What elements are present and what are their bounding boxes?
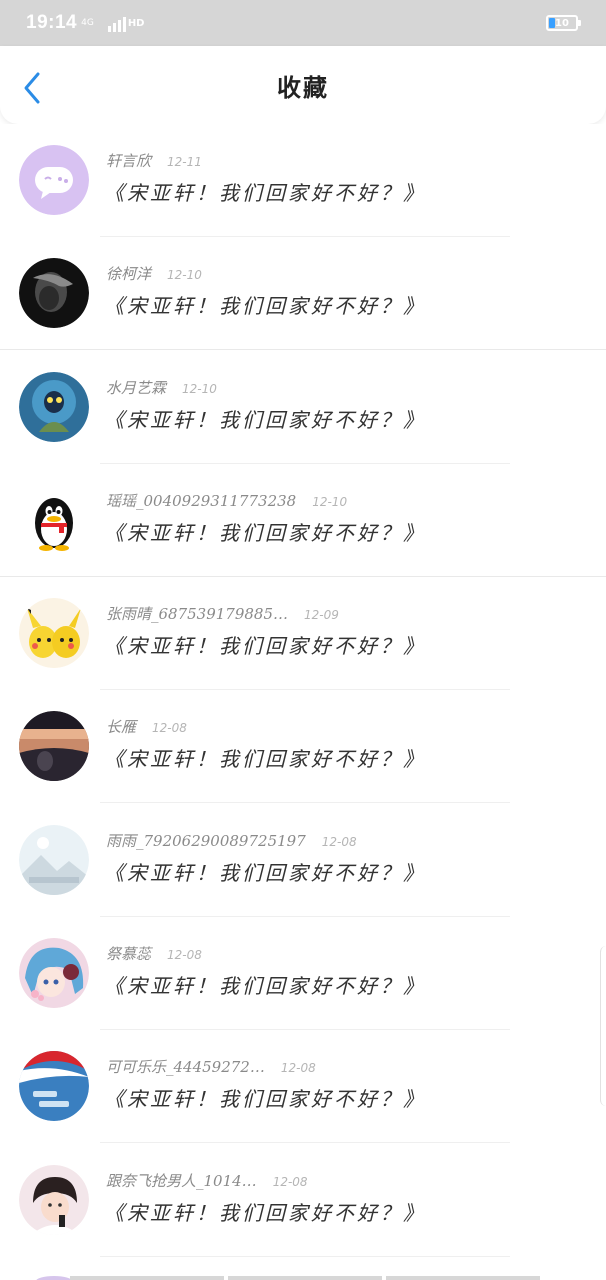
hd-label: HD — [127, 17, 145, 29]
item-date: 12-09 — [304, 608, 339, 623]
list-item[interactable]: 祭慕蕊 12-08 《宋亚轩！我们回家好不好？》 — [0, 917, 606, 1031]
item-title[interactable]: 《宋亚轩！我们回家好不好？》 — [104, 743, 426, 772]
car-interior-avatar[interactable] — [19, 711, 89, 782]
item-title[interactable]: 《宋亚轩！我们回家好不好？》 — [104, 857, 426, 886]
item-title[interactable]: 《宋亚轩！我们回家好不好？》 — [104, 630, 426, 659]
list-item[interactable]: 瑶瑶_0040929311773238 12-10 《宋亚轩！我们回家好不好？》 — [0, 464, 606, 577]
item-meta: 可可乐乐_44459272… 12-08 — [106, 1056, 316, 1077]
item-date: 12-08 — [321, 834, 357, 849]
item-meta: 张雨晴_687539179885… 12-09 — [106, 603, 339, 624]
item-author[interactable]: 雨雨_79206290089725197 — [106, 832, 306, 850]
favorites-list: 轩言欣 12-11 《宋亚轩！我们回家好不好？》 徐柯洋 12-10 《宋亚轩！我们… — [0, 124, 606, 1280]
item-meta: 瑶瑶_0040929311773238 12-10 — [106, 490, 347, 511]
bottom-bar — [70, 1276, 540, 1280]
battery-icon: 10 — [546, 15, 581, 31]
item-author[interactable]: 徐柯洋 — [106, 265, 151, 283]
qq-penguin-avatar[interactable] — [19, 484, 89, 555]
item-author[interactable]: 瑶瑶_0040929311773238 — [106, 492, 296, 510]
item-title[interactable]: 《宋亚轩！我们回家好不好？》 — [104, 1197, 426, 1226]
item-title[interactable]: 《宋亚轩！我们回家好不好？》 — [104, 970, 426, 999]
list-item[interactable]: 轩言欣 12-11 《宋亚轩！我们回家好不好？》 — [0, 124, 606, 237]
dark-hand-avatar[interactable] — [19, 258, 89, 329]
item-date: 12-08 — [152, 721, 187, 736]
status-time: 19:14 — [26, 12, 78, 33]
item-author[interactable]: 可可乐乐_44459272… — [106, 1058, 265, 1076]
game-character-avatar[interactable] — [19, 371, 89, 442]
anime-girl-avatar[interactable] — [19, 938, 89, 1009]
list-item[interactable]: 张雨晴_687539179885… 12-09 《宋亚轩！我们回家好不好？》 — [0, 577, 606, 691]
item-title[interactable]: 《宋亚轩！我们回家好不好？》 — [104, 404, 426, 433]
person-photo-avatar[interactable] — [19, 1164, 89, 1235]
next-item-avatar — [36, 1276, 72, 1280]
default-landscape-avatar[interactable] — [19, 824, 89, 895]
item-date: 12-08 — [167, 948, 202, 963]
item-title[interactable]: 《宋亚轩！我们回家好不好？》 — [104, 177, 426, 206]
network-type: 4G — [81, 17, 94, 28]
signal-icon — [107, 14, 126, 32]
item-date: 12-11 — [167, 155, 202, 169]
list-item[interactable]: 雨雨_79206290089725197 12-08 《宋亚轩！我们回家好不好？》 — [0, 804, 606, 917]
item-meta: 长雁 12-08 — [106, 716, 187, 737]
item-date: 12-10 — [182, 381, 217, 396]
item-meta: 跟奈飞抢男人_1014… 12-08 — [106, 1170, 308, 1191]
item-meta: 水月艺霖 12-10 — [106, 377, 217, 398]
item-author[interactable]: 跟奈飞抢男人_1014… — [106, 1172, 257, 1190]
item-title[interactable]: 《宋亚轩！我们回家好不好？》 — [104, 290, 426, 319]
item-date: 12-10 — [312, 494, 348, 509]
battery-level: 10 — [555, 17, 569, 29]
item-author[interactable]: 轩言欣 — [106, 152, 151, 170]
item-title[interactable]: 《宋亚轩！我们回家好不好？》 — [104, 517, 426, 546]
network-label: 4G — [81, 17, 94, 28]
list-item[interactable]: 长雁 12-08 《宋亚轩！我们回家好不好？》 — [0, 690, 606, 804]
purple-chat-avatar[interactable] — [19, 145, 89, 215]
item-author[interactable]: 长雁 — [106, 718, 136, 736]
item-date: 12-10 — [167, 268, 202, 283]
item-meta: 祭慕蕊 12-08 — [106, 943, 202, 964]
page-title: 收藏 — [277, 73, 329, 102]
item-date: 12-08 — [272, 1174, 308, 1189]
status-bar: 19:14 4G HD 10 — [0, 0, 606, 46]
divider — [100, 1255, 510, 1257]
pikachu-avatar[interactable] — [19, 598, 89, 669]
item-date: 12-08 — [280, 1061, 316, 1076]
list-item[interactable]: 徐柯洋 12-10 《宋亚轩！我们回家好不好？》 — [0, 237, 606, 351]
side-edge-handle[interactable] — [600, 946, 606, 1106]
item-author[interactable]: 祭慕蕊 — [106, 945, 151, 963]
item-meta: 徐柯洋 12-10 — [106, 263, 202, 284]
item-author[interactable]: 张雨晴_687539179885… — [106, 605, 288, 623]
item-meta: 雨雨_79206290089725197 12-08 — [106, 830, 357, 851]
list-item[interactable]: 跟奈飞抢男人_1014… 12-08 《宋亚轩！我们回家好不好？》 — [0, 1144, 606, 1257]
list-item[interactable]: 水月艺霖 12-10 《宋亚轩！我们回家好不好？》 — [0, 351, 606, 464]
list-item[interactable]: 可可乐乐_44459272… 12-08 《宋亚轩！我们回家好不好？》 — [0, 1030, 606, 1144]
item-meta: 轩言欣 12-11 — [106, 150, 202, 171]
nav-bar: 收藏 — [0, 46, 606, 124]
item-author[interactable]: 水月艺霖 — [106, 379, 166, 397]
pepsi-avatar[interactable] — [19, 1051, 89, 1122]
item-title[interactable]: 《宋亚轩！我们回家好不好？》 — [104, 1083, 426, 1112]
